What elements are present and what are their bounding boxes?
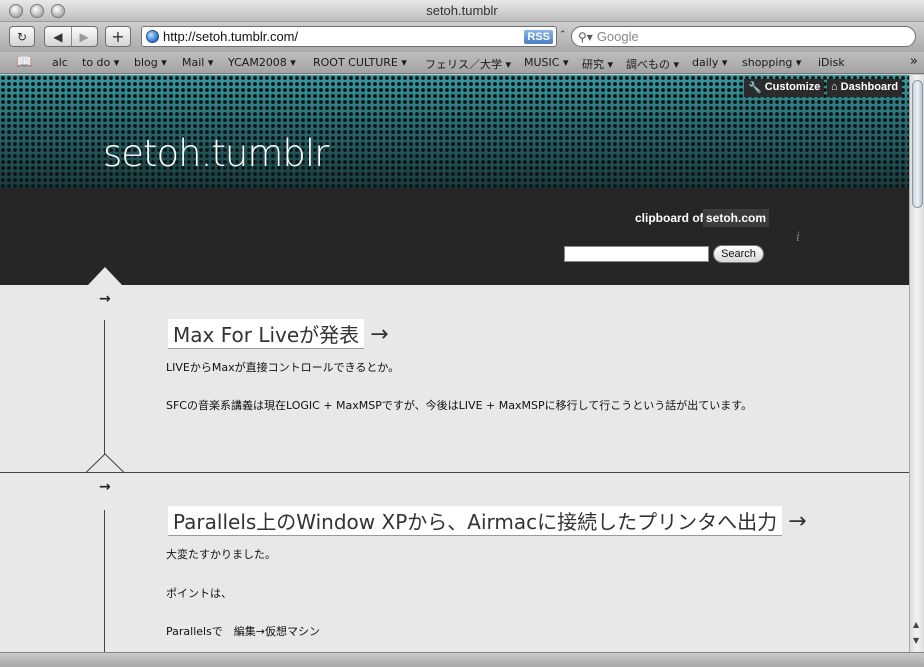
- scrollbar-thumb[interactable]: [912, 80, 923, 208]
- post-title-text[interactable]: Max For Liveが発表: [168, 319, 365, 349]
- bookmark-item[interactable]: YCAM2008 ▾: [228, 56, 296, 69]
- page-content: 🔧 Customize ⌂ Dashboard setoh.tumblr cli…: [0, 75, 909, 652]
- status-bar: [0, 652, 924, 667]
- bookmark-item[interactable]: to do ▾: [82, 56, 119, 69]
- post-divider: [0, 472, 909, 473]
- post-body-line: 大変たすかりました。: [166, 548, 276, 561]
- post-divider-notch: [86, 453, 124, 473]
- more-bookmarks-icon[interactable]: »: [910, 54, 918, 69]
- search-icon: ⚲▾: [578, 29, 593, 44]
- rss-button[interactable]: RSS: [524, 29, 553, 44]
- scroll-down-icon[interactable]: ▼: [913, 636, 919, 645]
- scroll-up-icon[interactable]: ▲: [913, 620, 919, 629]
- bookmark-item[interactable]: blog ▾: [134, 56, 167, 69]
- bookmarks-bar: 📖 alc to do ▾ blog ▾ Mail ▾ YCAM2008 ▾ R…: [0, 52, 924, 74]
- bookmark-item[interactable]: 研究 ▾: [582, 56, 613, 72]
- bookmark-item[interactable]: iDisk: [818, 56, 845, 69]
- bookmark-item[interactable]: 調べもの ▾: [626, 56, 679, 72]
- bookmark-item[interactable]: MUSIC ▾: [524, 56, 568, 69]
- post-body-line: LIVEからMaxが直接コントロールできるとか。: [166, 361, 400, 374]
- add-bookmark-button[interactable]: +: [105, 26, 131, 47]
- site-banner: 🔧 Customize ⌂ Dashboard setoh.tumblr: [0, 75, 909, 188]
- post-title[interactable]: Parallels上のWindow XPから、Airmacに接続したプリンタへ出…: [168, 506, 807, 536]
- search-field[interactable]: ⚲▾ Google: [571, 26, 916, 47]
- arrow-icon: →: [99, 291, 111, 307]
- back-icon[interactable]: ◀: [53, 30, 62, 44]
- back-forward-buttons[interactable]: ◀ ▶: [44, 26, 98, 47]
- browser-toolbar: ↻ ◀ ▶ + http://setoh.tumblr.com/ RSS ⌃ ⚲…: [0, 22, 924, 52]
- reload-button[interactable]: ↻: [9, 26, 35, 47]
- plus-icon: +: [111, 27, 125, 46]
- window-titlebar: setoh.tumblr: [0, 0, 924, 22]
- bookmark-item[interactable]: フェリス／大学 ▾: [425, 56, 511, 72]
- timeline-line: [104, 510, 105, 652]
- forward-icon[interactable]: ▶: [80, 30, 89, 44]
- wrench-icon: 🔧: [748, 82, 762, 94]
- header-band: clipboard of setoh.com i Search: [0, 188, 909, 285]
- site-title[interactable]: setoh.tumblr: [103, 132, 329, 175]
- bookmark-item[interactable]: alc: [52, 56, 68, 69]
- clipboard-link[interactable]: setoh.com: [703, 209, 770, 227]
- address-input[interactable]: http://setoh.tumblr.com/: [163, 29, 524, 44]
- clipboard-label: clipboard of: [635, 211, 704, 225]
- permalink-arrow-icon[interactable]: →: [370, 322, 388, 347]
- chevron-up-icon[interactable]: ⌃: [559, 30, 567, 40]
- post-body-line: Parallelsで 編集→仮想マシン: [166, 625, 321, 638]
- bookmark-item[interactable]: Mail ▾: [182, 56, 213, 69]
- post-title-text[interactable]: Parallels上のWindow XPから、Airmacに接続したプリンタへ出…: [168, 506, 783, 536]
- caret-notch: [88, 267, 122, 285]
- info-icon[interactable]: i: [796, 230, 800, 245]
- bookmark-item[interactable]: daily ▾: [692, 56, 727, 69]
- post-body-line: SFCの音楽系講義は現在LOGIC + MaxMSPですが、今後はLIVE + …: [166, 399, 753, 412]
- dashboard-button[interactable]: ⌂ Dashboard: [827, 79, 903, 97]
- post-title[interactable]: Max For Liveが発表 →: [168, 319, 389, 349]
- permalink-arrow-icon[interactable]: →: [788, 509, 806, 534]
- search-button[interactable]: Search: [713, 245, 764, 263]
- book-icon[interactable]: 📖: [16, 55, 32, 70]
- arrow-icon: →: [99, 479, 111, 495]
- vertical-scrollbar[interactable]: ▲ ▼: [909, 75, 924, 652]
- reload-icon: ↻: [16, 29, 28, 44]
- home-icon: ⌂: [831, 81, 838, 93]
- window-title: setoh.tumblr: [426, 3, 498, 18]
- address-bar[interactable]: http://setoh.tumblr.com/ RSS: [141, 26, 557, 47]
- bookmark-item[interactable]: ROOT CULTURE ▾: [313, 56, 407, 69]
- search-placeholder: Google: [596, 29, 639, 44]
- bookmark-item[interactable]: shopping ▾: [742, 56, 801, 69]
- blog-search-input[interactable]: [564, 246, 709, 262]
- dashboard-label: Dashboard: [840, 81, 899, 93]
- globe-icon: [146, 30, 159, 43]
- post-body-line: ポイントは、: [166, 587, 232, 600]
- customize-button[interactable]: 🔧 Customize: [744, 79, 825, 97]
- customize-label: Customize: [764, 81, 821, 93]
- timeline-line: [104, 320, 105, 455]
